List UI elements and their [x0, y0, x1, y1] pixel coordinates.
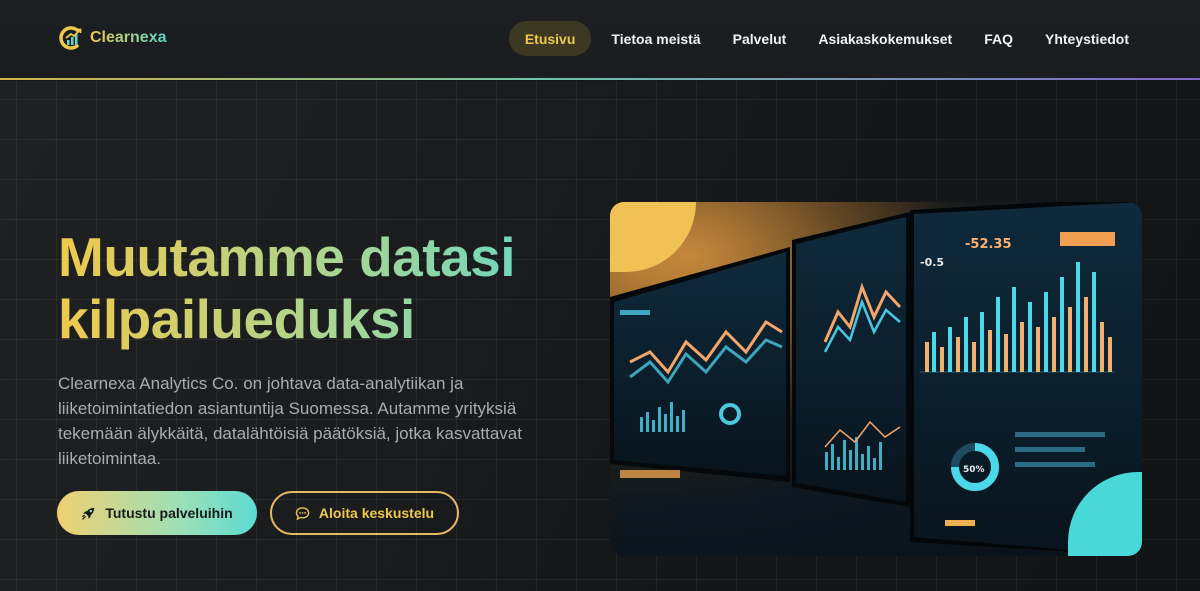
explore-services-button[interactable]: Tutustu palveluihin: [57, 491, 257, 535]
chart-growth-logo-icon: [59, 26, 82, 50]
explore-services-label: Tutustu palveluihin: [105, 505, 233, 521]
nav-item-tietoa-meista[interactable]: Tietoa meistä: [595, 21, 716, 56]
nav-item-etusivu[interactable]: Etusivu: [508, 21, 592, 56]
site-header: Clearnexa Etusivu Tietoa meistä Palvelut…: [0, 0, 1200, 80]
nav-item-asiakaskokemukset[interactable]: Asiakaskokemukset: [802, 21, 968, 56]
svg-text:-0.5: -0.5: [920, 256, 944, 269]
dashboard-monitors-illustration: -0.5 -52.35 50%: [610, 202, 1142, 556]
hero-dashboard-image: -0.5 -52.35 50%: [610, 202, 1142, 556]
hero-section: Muutamme datasi kilpailueduksi Clearnexa…: [0, 81, 1200, 591]
gauge-value-label: 50%: [963, 465, 985, 475]
rocket-icon: [82, 507, 95, 520]
svg-text:-52.35: -52.35: [965, 237, 1012, 252]
brand-logo[interactable]: Clearnexa: [58, 24, 167, 52]
start-conversation-label: Aloita keskustelu: [318, 505, 435, 521]
chat-bubble-icon: [295, 506, 310, 520]
start-conversation-button[interactable]: Aloita keskustelu: [270, 491, 459, 535]
brand-name: Clearnexa: [90, 29, 167, 46]
nav-item-faq[interactable]: FAQ: [968, 21, 1029, 56]
nav-item-palvelut[interactable]: Palvelut: [717, 21, 803, 56]
hero-lead: Clearnexa Analytics Co. on johtava data-…: [58, 374, 522, 468]
nav-item-yhteystiedot[interactable]: Yhteystiedot: [1029, 21, 1145, 56]
hero-headline: Muutamme datasi kilpailueduksi: [58, 226, 578, 350]
main-nav: Etusivu Tietoa meistä Palvelut Asiakasko…: [508, 21, 1145, 56]
